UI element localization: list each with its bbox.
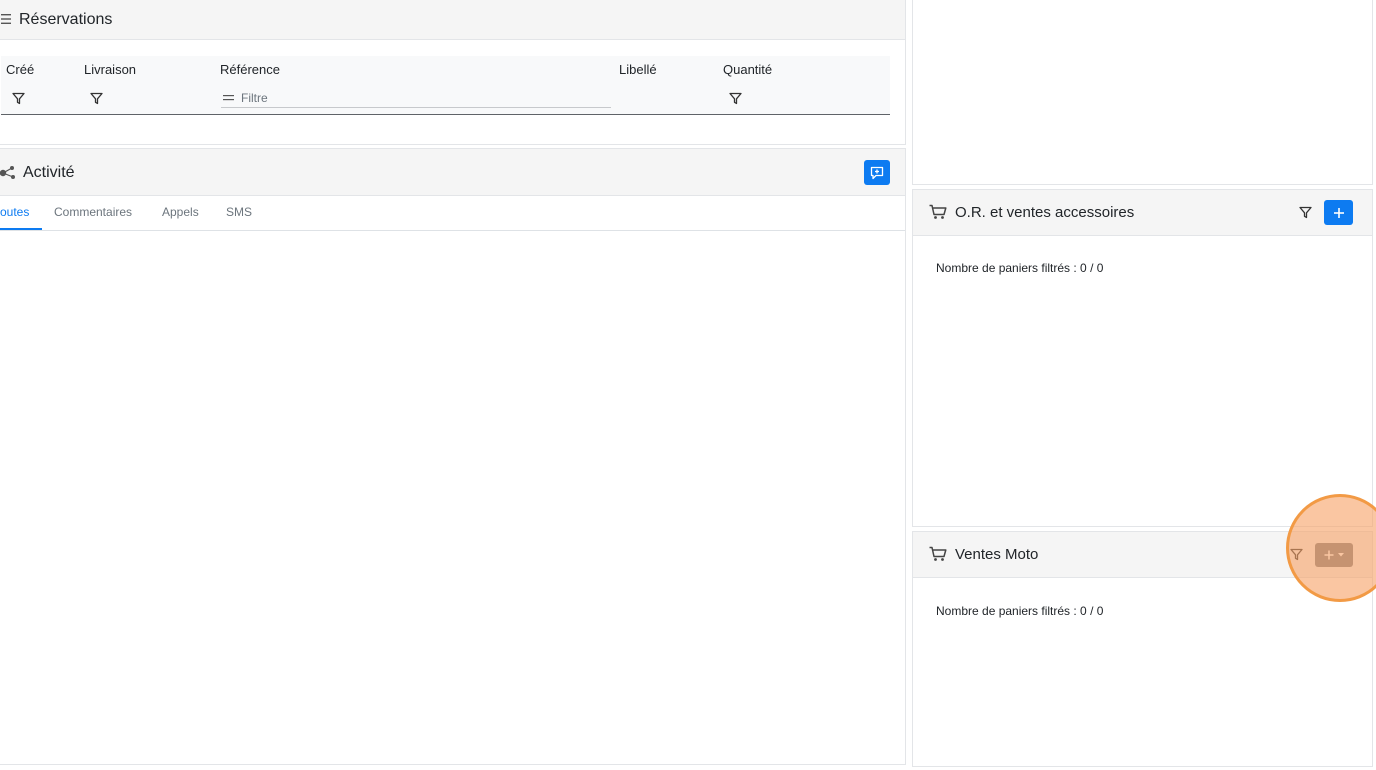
plus-icon xyxy=(1333,207,1344,218)
activity-title: Activité xyxy=(23,164,75,181)
top-right-panel xyxy=(912,0,1373,185)
filter-livraison-button[interactable] xyxy=(83,86,109,110)
active-tab-indicator xyxy=(0,228,42,230)
filter-icon xyxy=(728,92,742,104)
filter-cree-button[interactable] xyxy=(5,86,31,110)
add-comment-icon xyxy=(870,166,884,179)
tab-sms[interactable]: SMS xyxy=(226,205,252,219)
cart-icon xyxy=(929,546,947,561)
filter-quantite-button[interactable] xyxy=(722,86,748,110)
ventes-moto-title: Ventes Moto xyxy=(955,546,1039,563)
caret-down-icon xyxy=(1338,553,1344,557)
filter-icon xyxy=(89,92,103,104)
filter-icon xyxy=(1298,206,1312,218)
paniers-filter-button[interactable] xyxy=(1296,203,1314,221)
ventes-moto-filter-button[interactable] xyxy=(1287,545,1305,563)
filter-icon xyxy=(11,92,25,104)
paniers-panel: O.R. et ventes accessoires Nombre de pan… xyxy=(912,189,1373,527)
column-libelle[interactable]: Libellé xyxy=(619,62,657,77)
tab-commentaires[interactable]: Commentaires xyxy=(54,205,132,219)
reference-filter-input[interactable] xyxy=(241,90,601,105)
filter-icon xyxy=(1289,548,1303,560)
add-panier-button[interactable] xyxy=(1324,200,1353,225)
reservations-header: Réservations xyxy=(0,0,905,40)
activity-panel: Activité outes Commentaires Appels SMS xyxy=(0,148,906,765)
activity-tabs: outes Commentaires Appels SMS xyxy=(0,196,905,231)
add-comment-button[interactable] xyxy=(864,160,890,185)
ventes-moto-header: Ventes Moto xyxy=(913,532,1372,578)
column-quantite[interactable]: Quantité xyxy=(723,62,772,77)
reservations-panel: Réservations Créé Livraison Référence Li… xyxy=(0,0,906,145)
add-vente-moto-dropdown-button[interactable] xyxy=(1315,543,1353,567)
column-livraison[interactable]: Livraison xyxy=(84,62,136,77)
ventes-moto-count: Nombre de paniers filtrés : 0 / 0 xyxy=(936,604,1104,618)
reservations-title: Réservations xyxy=(19,11,113,28)
reference-filter xyxy=(221,88,611,108)
ventes-moto-panel: Ventes Moto Nombre de paniers filtrés : … xyxy=(912,531,1373,767)
list-icon xyxy=(1,14,11,24)
cart-icon xyxy=(929,204,947,219)
column-cree[interactable]: Créé xyxy=(6,62,34,77)
activity-header: Activité xyxy=(0,149,905,196)
equals-icon[interactable] xyxy=(221,94,237,102)
reservations-table-header: Créé Livraison Référence Libellé Quantit… xyxy=(1,56,890,115)
plus-icon xyxy=(1324,550,1334,560)
tab-appels[interactable]: Appels xyxy=(162,205,199,219)
paniers-header: O.R. et ventes accessoires xyxy=(913,190,1372,236)
paniers-count: Nombre de paniers filtrés : 0 / 0 xyxy=(936,261,1104,275)
column-reference[interactable]: Référence xyxy=(220,62,280,77)
activity-icon xyxy=(0,166,15,179)
tab-toutes[interactable]: outes xyxy=(0,205,29,219)
paniers-title: O.R. et ventes accessoires xyxy=(955,204,1135,221)
